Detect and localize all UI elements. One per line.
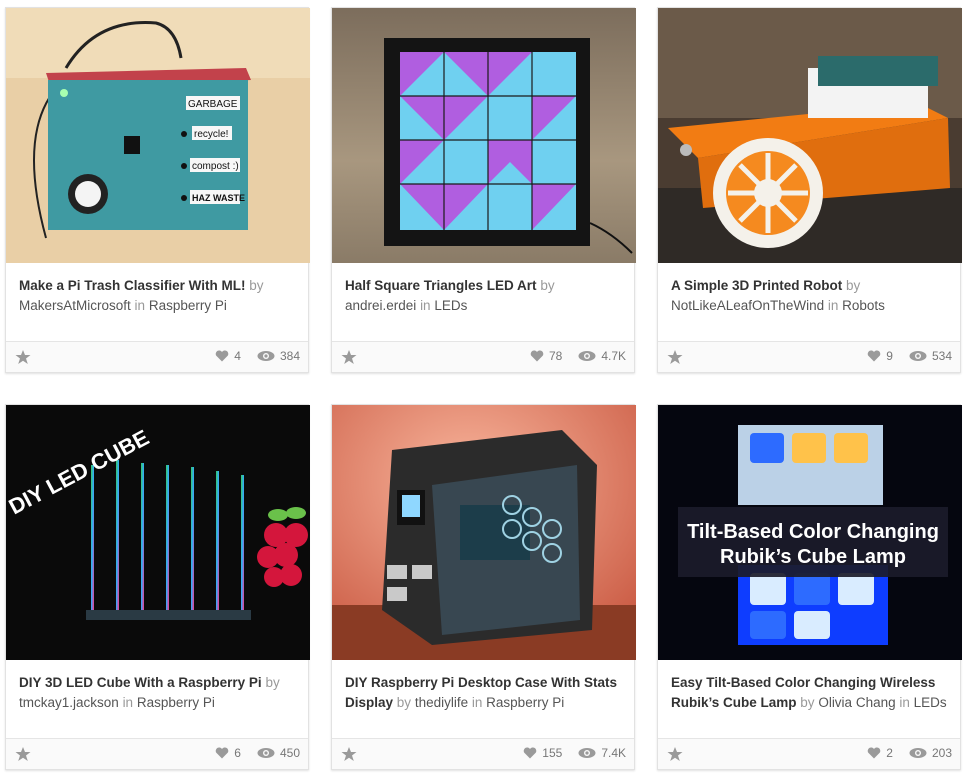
- project-thumbnail[interactable]: [332, 8, 636, 263]
- by-label: by: [396, 695, 412, 710]
- project-info: Make a Pi Trash Classifier With ML! by M…: [19, 276, 299, 316]
- by-label: by: [846, 278, 861, 293]
- in-label: in: [134, 298, 146, 313]
- likes-count: 4: [234, 349, 241, 363]
- project-author[interactable]: MakersAtMicrosoft: [19, 298, 131, 313]
- project-thumbnail[interactable]: GARBAGE recycle! compost :) HAZ WASTE: [6, 8, 310, 263]
- card-footer: 78 4.7K: [332, 341, 634, 372]
- heart-icon: [868, 350, 881, 362]
- heart-icon: [216, 747, 229, 759]
- project-author[interactable]: thediylife: [415, 695, 468, 710]
- eye-icon: [909, 748, 927, 758]
- in-label: in: [471, 695, 483, 710]
- in-label: in: [827, 298, 839, 313]
- project-category[interactable]: Raspberry Pi: [486, 695, 564, 710]
- card-stats: 2 203: [867, 746, 952, 760]
- card-footer: 9 534: [658, 341, 960, 372]
- project-category[interactable]: Raspberry Pi: [149, 298, 227, 313]
- heart-icon: [524, 747, 537, 759]
- star-icon[interactable]: [15, 349, 31, 365]
- project-thumbnail[interactable]: [332, 405, 636, 660]
- eye-icon: [578, 351, 596, 361]
- eye-icon: [257, 351, 275, 361]
- project-title[interactable]: DIY 3D LED Cube With a Raspberry Pi: [19, 675, 262, 690]
- card-stats: 4 384: [215, 349, 300, 363]
- by-label: by: [540, 278, 555, 293]
- project-thumbnail[interactable]: Tilt-Based Color Changing Rubik’s Cube L…: [658, 405, 962, 660]
- star-icon[interactable]: [341, 746, 357, 762]
- card-stats: 6 450: [215, 746, 300, 760]
- likes-count: 78: [548, 349, 563, 363]
- project-card[interactable]: Tilt-Based Color Changing Rubik’s Cube L…: [657, 404, 962, 770]
- likes-count: 6: [234, 746, 241, 760]
- in-label: in: [899, 695, 910, 710]
- project-category[interactable]: Robots: [842, 298, 885, 313]
- project-card[interactable]: GARBAGE recycle! compost :) HAZ WASTE Ma…: [5, 7, 310, 373]
- image-caption: Rubik’s Cube Lamp: [720, 546, 906, 568]
- in-label: in: [122, 695, 134, 710]
- project-card[interactable]: A Simple 3D Printed Robot by NotLikeALea…: [657, 7, 962, 373]
- eye-icon: [909, 351, 927, 361]
- by-label: by: [249, 278, 264, 293]
- views-count: 534: [931, 349, 952, 363]
- likes-count: 9: [886, 349, 893, 363]
- card-stats: 9 534: [867, 349, 952, 363]
- star-icon[interactable]: [667, 349, 683, 365]
- project-author[interactable]: tmckay1.jackson: [19, 695, 119, 710]
- likes-count: 2: [886, 746, 893, 760]
- card-stats: 155 7.4K: [523, 746, 626, 760]
- star-icon[interactable]: [341, 349, 357, 365]
- project-card[interactable]: DIY Raspberry Pi Desktop Case With Stats…: [331, 404, 636, 770]
- project-info: DIY 3D LED Cube With a Raspberry Pi by t…: [19, 673, 299, 713]
- project-title[interactable]: Half Square Triangles LED Art: [345, 278, 537, 293]
- project-title[interactable]: A Simple 3D Printed Robot: [671, 278, 842, 293]
- project-title[interactable]: Make a Pi Trash Classifier With ML!: [19, 278, 245, 293]
- likes-count: 155: [542, 746, 563, 760]
- by-label: by: [265, 675, 280, 690]
- star-icon[interactable]: [667, 746, 683, 762]
- project-info: A Simple 3D Printed Robot by NotLikeALea…: [671, 276, 951, 316]
- project-thumbnail[interactable]: DIY LED CUBE: [6, 405, 310, 660]
- project-thumbnail[interactable]: [658, 8, 962, 263]
- project-category[interactable]: LEDs: [914, 695, 947, 710]
- views-count: 7.4K: [601, 746, 626, 760]
- heart-icon: [216, 350, 229, 362]
- card-footer: 155 7.4K: [332, 738, 634, 769]
- project-card[interactable]: DIY LED CUBE DIY 3D LED Cube With a Rasp…: [5, 404, 310, 770]
- card-footer: 4 384: [6, 341, 308, 372]
- project-category[interactable]: LEDs: [434, 298, 467, 313]
- in-label: in: [420, 298, 431, 313]
- views-count: 384: [279, 349, 300, 363]
- project-author[interactable]: Olivia Chang: [818, 695, 895, 710]
- card-footer: 2 203: [658, 738, 960, 769]
- image-caption: GARBAGE: [188, 99, 238, 110]
- image-caption: recycle!: [194, 129, 228, 140]
- card-stats: 78 4.7K: [530, 349, 626, 363]
- project-card[interactable]: Half Square Triangles LED Art by andrei.…: [331, 7, 636, 373]
- heart-icon: [868, 747, 881, 759]
- eye-icon: [257, 748, 275, 758]
- project-info: Easy Tilt-Based Color Changing Wireless …: [671, 673, 951, 713]
- project-grid: GARBAGE recycle! compost :) HAZ WASTE Ma…: [0, 0, 970, 778]
- project-author[interactable]: NotLikeALeafOnTheWind: [671, 298, 824, 313]
- image-caption: compost :): [192, 161, 239, 172]
- views-count: 450: [279, 746, 300, 760]
- project-author[interactable]: andrei.erdei: [345, 298, 416, 313]
- by-label: by: [800, 695, 815, 710]
- eye-icon: [578, 748, 596, 758]
- image-caption: HAZ WASTE: [192, 193, 245, 203]
- heart-icon: [530, 350, 544, 362]
- card-footer: 6 450: [6, 738, 308, 769]
- star-icon[interactable]: [15, 746, 31, 762]
- project-info: DIY Raspberry Pi Desktop Case With Stats…: [345, 673, 625, 713]
- image-caption: Tilt-Based Color Changing: [687, 521, 939, 543]
- project-category[interactable]: Raspberry Pi: [137, 695, 215, 710]
- views-count: 4.7K: [601, 349, 626, 363]
- project-info: Half Square Triangles LED Art by andrei.…: [345, 276, 625, 316]
- views-count: 203: [931, 746, 952, 760]
